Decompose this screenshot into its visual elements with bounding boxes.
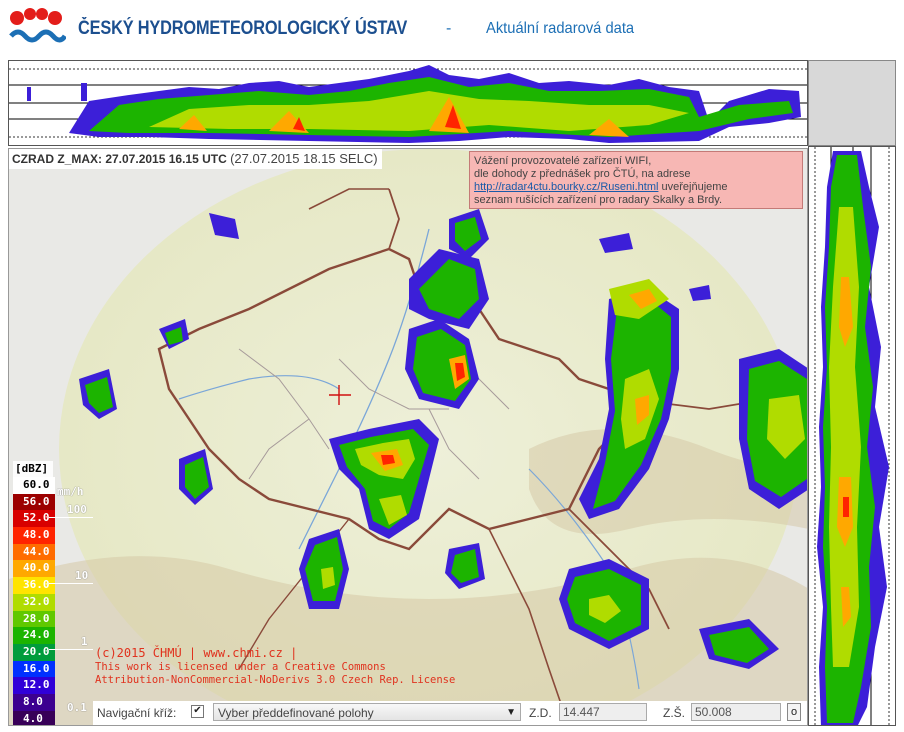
latitude-label: Z.Š.: [663, 706, 686, 720]
top-cross-section-plot: [9, 65, 807, 143]
legend-rate-1: 1: [81, 635, 88, 648]
map-title-utc: CZRAD Z_MAX: 27.07.2015 16.15 UTC: [12, 152, 227, 166]
radar-map-image: [9, 149, 807, 725]
notice-line-3: uveřejňujeme: [661, 181, 728, 193]
legend-level: 32.0: [13, 593, 55, 611]
notice-line-4: seznam rušících zařízení pro radary Skal…: [474, 194, 722, 206]
chmi-logo-icon: [9, 8, 66, 43]
legend-level: 12.0: [13, 677, 55, 694]
legend-level: 16.0: [13, 660, 55, 678]
longitude-label: Z.D.: [529, 706, 552, 720]
notice-line-1: Vážení provozovatelé zařízení WIFI,: [474, 155, 652, 167]
top-cross-section: [8, 60, 808, 146]
notice-line-2: dle dohody z přednášek pro ČTÚ, na adres…: [474, 168, 691, 180]
right-cross-section-plot: [814, 147, 890, 725]
legend-level: 52.0: [13, 510, 55, 528]
legend-level: 60.0: [13, 477, 55, 494]
legend-level: 4.0: [13, 710, 55, 725]
copyright-line-1: (c)2015 ČHMÚ | www.chmi.cz |: [95, 646, 298, 660]
legend-level: 8.0: [13, 693, 55, 711]
copyright-notice: (c)2015 ČHMÚ | www.chmi.cz | This work i…: [95, 645, 455, 687]
chevron-down-icon: ▼: [506, 707, 516, 718]
longitude-input[interactable]: 14.447: [559, 703, 647, 721]
preset-select-value: Vyber předdefinované polohy: [218, 706, 374, 720]
wifi-notice: Vážení provozovatelé zařízení WIFI, dle …: [469, 151, 803, 209]
copyright-line-3: Attribution-NonCommercial-NoDerivs 3.0 C…: [95, 674, 456, 686]
right-cross-section: [808, 146, 896, 726]
nav-cross-label: Navigační kříž:: [97, 706, 177, 720]
nav-cross-checkbox[interactable]: ✔: [191, 705, 204, 718]
legend-level: 20.0: [13, 643, 55, 661]
legend-level: 48.0: [13, 527, 55, 544]
legend-level: 44.0: [13, 543, 55, 561]
legend-level: 24.0: [13, 627, 55, 644]
cross-section-corner: [808, 60, 896, 146]
legend-unit: [dBZ]: [13, 461, 53, 477]
organization-name: ČESKÝ HYDROMETEOROLOGICKÝ ÚSTAV: [78, 18, 408, 39]
title-separator: -: [446, 20, 452, 37]
copyright-line-2: This work is licensed under a Creative C…: [95, 661, 386, 673]
legend-level: 40.0: [13, 560, 55, 578]
map-title: CZRAD Z_MAX: 27.07.2015 16.15 UTC (27.07…: [9, 149, 382, 169]
go-button[interactable]: o: [787, 703, 801, 721]
legend-rate-01: 0.1: [67, 701, 87, 714]
legend-level: 56.0: [13, 493, 55, 511]
legend-level: 36.0: [13, 577, 55, 594]
preset-location-select[interactable]: Vyber předdefinované polohy ▼: [213, 703, 521, 721]
map-title-local: (27.07.2015 18.15 SELC): [230, 151, 378, 166]
page-header: ČESKÝ HYDROMETEOROLOGICKÝ ÚSTAV - Aktuál…: [0, 0, 904, 56]
legend-level: 28.0: [13, 610, 55, 628]
legend-rate-100: 100: [67, 503, 87, 516]
legend-rate-unit: mm/h: [57, 485, 84, 498]
notice-link[interactable]: http://radar4ctu.bourky.cz/Ruseni.html: [474, 181, 658, 193]
dbz-legend: [dBZ] 60.0 56.0 52.0 48.0 44.0 40.0 36.0 32.0 28…: [13, 461, 63, 725]
legend-rate-10: 10: [75, 569, 89, 582]
latitude-input[interactable]: 50.008: [691, 703, 781, 721]
navigation-bar: Navigační kříž: ✔ Vyber předdefinované p…: [93, 701, 807, 725]
page-title: Aktuální radarová data: [486, 20, 635, 37]
radar-map[interactable]: CZRAD Z_MAX: 27.07.2015 16.15 UTC (27.07…: [8, 148, 808, 726]
